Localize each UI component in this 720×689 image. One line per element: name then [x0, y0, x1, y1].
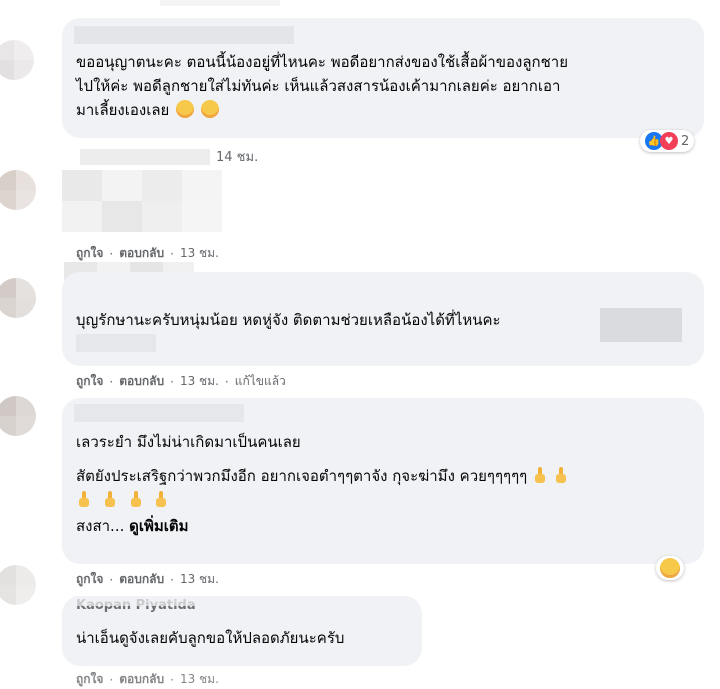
comment-time[interactable]: 13 ชม. [180, 244, 219, 263]
like-button[interactable]: ถูกใจ [76, 372, 103, 391]
comment-text-line: สัตยังประเสริฐกว่าพวกมึงอีก อยากเจอตำๆๆต… [76, 467, 528, 485]
reaction-summary[interactable]: 👍 ♥ 2 [640, 130, 695, 152]
comment-text-line: ขออนุญาตนะคะ ตอนนี้น้องอยู่ที่ไหนคะ พอดี… [76, 53, 568, 71]
comment-text-line: สงสา... ดูเพิ่มเติม [76, 514, 690, 538]
middle-finger-icon [555, 467, 566, 483]
middle-finger-icon [79, 491, 89, 507]
comment-time[interactable]: 13 ชม. [180, 570, 219, 589]
separator: · [170, 374, 174, 389]
comment-text-line: สัตยังประเสริฐกว่าพวกมึงอีก อยากเจอตำๆๆต… [76, 464, 690, 488]
comment-time[interactable]: 14 ชม. [216, 146, 258, 167]
comment-text-line: บุญรักษานะครับหนุ่มน้อย หดหู่จัง ติดตามช… [76, 311, 501, 329]
redacted-second-line [76, 334, 156, 352]
avatar[interactable] [0, 40, 34, 80]
separator: · [109, 246, 114, 261]
comment-meta: ถูกใจ · ตอบกลับ · 13 ชม. · แก้ไขแล้ว [76, 372, 286, 391]
middle-finger-icon [130, 491, 141, 507]
truncated-meta-top [160, 0, 280, 6]
reply-button[interactable]: ตอบกลับ [119, 244, 164, 263]
pleading-face-icon [176, 100, 195, 118]
comment-text-line [76, 488, 690, 514]
pensive-face-icon [200, 100, 219, 118]
redacted-name [74, 404, 244, 422]
avatar[interactable] [0, 278, 36, 318]
reaction-summary[interactable] [656, 556, 684, 580]
redacted-link [600, 308, 682, 342]
avatar[interactable] [0, 170, 36, 210]
reply-button[interactable]: ตอบกลับ [119, 372, 164, 391]
comment-meta: ถูกใจ · ตอบกลับ · 13 ชม. [76, 244, 219, 263]
truncated-text: สงสา... [76, 517, 125, 535]
avatar[interactable] [0, 396, 36, 436]
avatar[interactable] [0, 565, 36, 605]
separator: · [109, 374, 114, 389]
see-more-link[interactable]: ดูเพิ่มเติม [129, 517, 188, 535]
comment-text-line: มาเลี้ยงเองเลย [76, 98, 690, 122]
comment-text-line: ไปให้ค่ะ พอดีลูกชายใส่ไม่ทันค่ะ เห็นแล้ว… [76, 77, 561, 95]
comment-meta: ถูกใจ · ตอบกลับ · 13 ชม. [76, 570, 219, 589]
love-icon: ♥ [660, 132, 678, 150]
like-button[interactable]: ถูกใจ [76, 670, 103, 689]
reaction-count: 2 [681, 133, 690, 149]
reply-button[interactable]: ตอบกลับ [119, 570, 164, 589]
middle-finger-icon [104, 491, 115, 507]
middle-finger-icon [534, 467, 545, 483]
blurred-actions [80, 148, 210, 165]
commenter-name-redacted [74, 26, 294, 44]
separator: · [109, 672, 114, 687]
separator: · [170, 672, 174, 687]
like-button[interactable]: ถูกใจ [76, 570, 103, 589]
comment-bubble: Kaopan Piyatida น่าเอ็นดูจังเลยคับลูกขอใ… [62, 596, 422, 666]
reply-button[interactable]: ตอบกลับ [119, 670, 164, 689]
comment-bubble: เลวระยำ มึงไม่น่าเกิดมาเป็นคนเลย สัตยังป… [62, 398, 704, 564]
separator: · [170, 246, 174, 261]
comment-text-line: มาเลี้ยงเองเลย [76, 101, 170, 119]
comment-bubble: บุญรักษานะครับหนุ่มน้อย หดหู่จัง ติดตามช… [62, 272, 704, 366]
redacted-comment [62, 170, 222, 232]
separator: · [170, 572, 174, 587]
middle-finger-icon [156, 491, 167, 507]
like-button[interactable]: ถูกใจ [76, 244, 103, 263]
separator: · [224, 374, 229, 389]
comment-meta: ถูกใจ · ตอบกลับ · 13 ชม. [76, 670, 219, 689]
comment-bubble: ขออนุญาตนะคะ ตอนนี้น้องอยู่ที่ไหนคะ พอดี… [62, 18, 704, 138]
sad-icon [660, 558, 680, 578]
comment-time[interactable]: 13 ชม. [180, 670, 219, 689]
comment-time[interactable]: 13 ชม. [180, 372, 219, 391]
edited-label: แก้ไขแล้ว [234, 374, 286, 388]
comment-text-line: น่าเอ็นดูจังเลยคับลูกขอให้ปลอดภัยนะครับ [76, 629, 345, 647]
comment-text-line: เลวระยำ มึงไม่น่าเกิดมาเป็นคนเลย [76, 433, 301, 451]
separator: · [109, 572, 114, 587]
name-overlay [72, 596, 262, 606]
comment-meta: 14 ชม. [80, 146, 258, 167]
